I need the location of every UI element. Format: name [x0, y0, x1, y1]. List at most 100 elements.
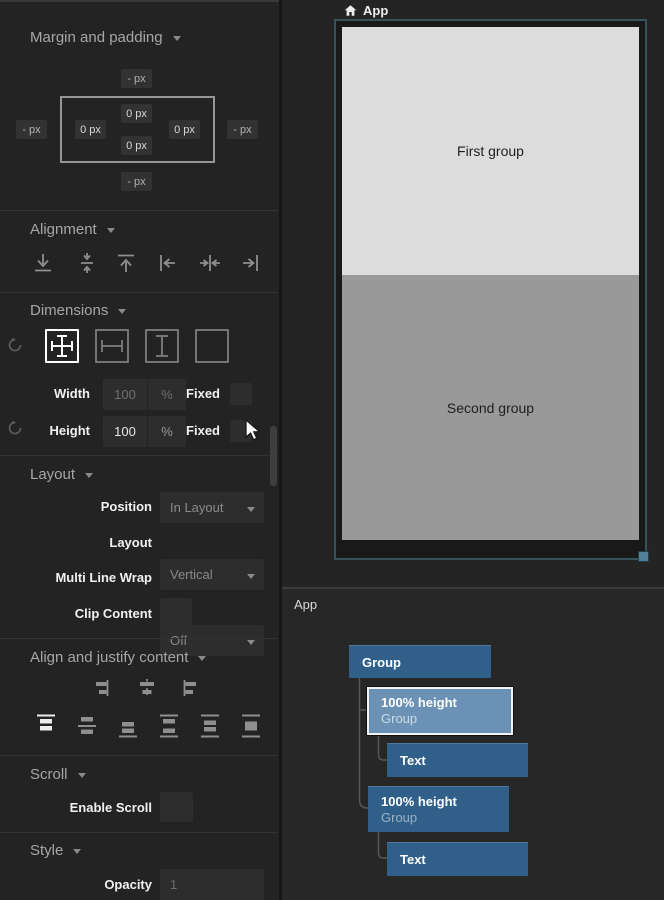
- section-divider: [0, 210, 278, 211]
- section-header-margin-padding[interactable]: Margin and padding: [30, 29, 181, 46]
- chevron-down-icon: [73, 849, 81, 854]
- align-content-end-icon[interactable]: [92, 678, 112, 698]
- height-fixed-label: Fixed: [155, 423, 220, 438]
- section-divider: [0, 638, 278, 639]
- second-group-label: Second group: [447, 400, 534, 416]
- margin-right-button[interactable]: - px: [227, 120, 258, 139]
- section-header-style[interactable]: Style: [30, 842, 81, 859]
- padding-bottom-button[interactable]: 0 px: [121, 136, 152, 155]
- align-left-icon[interactable]: [156, 251, 180, 275]
- justify-end-icon[interactable]: [117, 713, 139, 739]
- section-header-align-justify[interactable]: Align and justify content: [30, 649, 206, 666]
- opacity-label: Opacity: [0, 877, 152, 892]
- clip-content-label: Clip Content: [0, 606, 152, 621]
- width-fixed-label: Fixed: [155, 386, 220, 401]
- section-divider: [0, 832, 278, 833]
- node-text-1[interactable]: Text: [387, 743, 528, 777]
- chevron-down-icon: [247, 640, 255, 645]
- section-header-dimensions[interactable]: Dimensions: [30, 302, 126, 319]
- second-group-block[interactable]: Second group: [342, 275, 639, 540]
- multi-line-wrap-label: Multi Line Wrap: [0, 570, 152, 585]
- margin-top-button[interactable]: - px: [121, 69, 152, 88]
- section-title: Align and justify content: [30, 649, 188, 666]
- margin-left-button[interactable]: - px: [16, 120, 47, 139]
- section-divider: [0, 755, 278, 756]
- position-label: Position: [0, 499, 152, 514]
- chevron-down-icon: [118, 309, 126, 314]
- viewport-resize-handle[interactable]: [638, 551, 649, 562]
- multi-line-wrap-value: Off: [170, 633, 187, 648]
- clip-content-checkbox[interactable]: [160, 598, 192, 628]
- padding-right-button[interactable]: 0 px: [169, 120, 200, 139]
- width-fixed-checkbox[interactable]: [230, 383, 252, 405]
- node-title: 100% height: [381, 794, 509, 809]
- section-header-scroll[interactable]: Scroll: [30, 766, 86, 783]
- section-title: Margin and padding: [30, 29, 163, 46]
- chevron-down-icon: [85, 473, 93, 478]
- section-divider: [0, 292, 278, 293]
- layout-value: Vertical: [170, 567, 213, 582]
- padding-top-button[interactable]: 0 px: [121, 104, 152, 123]
- node-title: Text: [400, 852, 528, 867]
- size-mode-height-icon[interactable]: [145, 329, 179, 363]
- opacity-input[interactable]: [160, 869, 264, 900]
- align-vertical-center-icon[interactable]: [75, 251, 99, 275]
- align-top-icon[interactable]: [114, 251, 138, 275]
- section-title: Dimensions: [30, 302, 108, 319]
- app-viewport-frame[interactable]: First group Second group: [334, 19, 647, 560]
- align-bottom-icon[interactable]: [31, 251, 55, 275]
- section-header-alignment[interactable]: Alignment: [30, 221, 115, 238]
- breadcrumb-label: App: [363, 3, 388, 18]
- chevron-down-icon: [198, 656, 206, 661]
- reset-size-mode-icon[interactable]: [7, 337, 23, 353]
- node-group[interactable]: Group: [349, 645, 491, 678]
- position-value: In Layout: [170, 500, 224, 515]
- align-content-center-icon[interactable]: [137, 678, 157, 698]
- width-value-input[interactable]: 100: [103, 379, 147, 410]
- justify-space-between-icon[interactable]: [158, 713, 180, 739]
- panel-scrollbar[interactable]: [270, 426, 277, 486]
- node-graph-panel: App Group 100% height Group Text 100% he…: [282, 589, 664, 900]
- size-mode-both-icon[interactable]: [45, 329, 79, 363]
- node-100-height-group-selected[interactable]: 100% height Group: [367, 687, 513, 735]
- node-text-2[interactable]: Text: [387, 842, 528, 876]
- size-mode-width-icon[interactable]: [95, 329, 129, 363]
- section-title: Alignment: [30, 221, 97, 238]
- justify-space-evenly-icon[interactable]: [240, 713, 262, 739]
- layout-label: Layout: [0, 535, 152, 550]
- node-title: Text: [400, 753, 528, 768]
- mouse-cursor: [244, 419, 266, 443]
- section-title: Scroll: [30, 766, 68, 783]
- node-subtitle: Group: [381, 810, 509, 825]
- height-label: Height: [0, 423, 90, 438]
- layout-dropdown[interactable]: Vertical: [160, 559, 264, 590]
- justify-center-icon[interactable]: [76, 713, 98, 739]
- margin-bottom-button[interactable]: - px: [121, 172, 152, 191]
- node-100-height-group-2[interactable]: 100% height Group: [368, 786, 509, 832]
- justify-start-icon[interactable]: [35, 713, 57, 739]
- section-header-layout[interactable]: Layout: [30, 466, 93, 483]
- chevron-down-icon: [78, 773, 86, 778]
- canvas-area: App First group Second group: [282, 0, 664, 588]
- canvas-breadcrumb[interactable]: App: [344, 3, 388, 18]
- node-title: Group: [362, 655, 491, 670]
- width-label: Width: [0, 386, 90, 401]
- first-group-block[interactable]: First group: [342, 27, 639, 275]
- position-dropdown[interactable]: In Layout: [160, 492, 264, 523]
- chevron-down-icon: [107, 228, 115, 233]
- chevron-down-icon: [247, 507, 255, 512]
- padding-left-button[interactable]: 0 px: [75, 120, 106, 139]
- properties-panel: Margin and padding - px 0 px - px 0 px 0…: [0, 0, 279, 900]
- chevron-down-icon: [173, 36, 181, 41]
- height-value-input[interactable]: 100: [103, 416, 147, 447]
- align-horizontal-center-icon[interactable]: [198, 251, 222, 275]
- size-mode-content-icon[interactable]: [195, 329, 229, 363]
- enable-scroll-checkbox[interactable]: [160, 792, 193, 822]
- justify-space-around-icon[interactable]: [199, 713, 221, 739]
- section-title: Layout: [30, 466, 75, 483]
- home-icon: [344, 4, 357, 17]
- align-right-icon[interactable]: [238, 251, 262, 275]
- app-window: Margin and padding - px 0 px - px 0 px 0…: [0, 0, 664, 900]
- chevron-down-icon: [247, 574, 255, 579]
- align-content-start-icon[interactable]: [180, 678, 200, 698]
